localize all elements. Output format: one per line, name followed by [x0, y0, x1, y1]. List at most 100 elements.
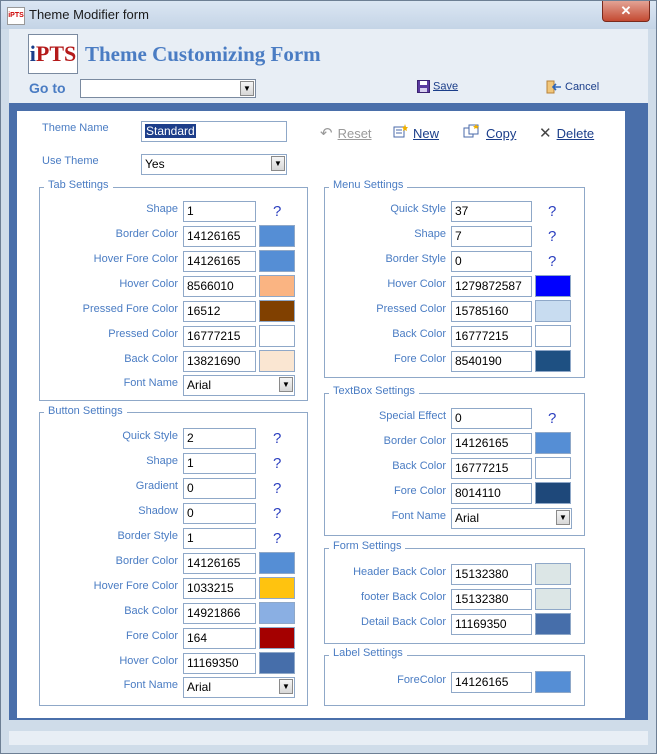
button-settings-border-color-input[interactable]: 14126165 — [183, 553, 256, 574]
tab-settings-pressed-fore-color-input[interactable]: 16512 — [183, 301, 256, 322]
textbox-settings-border-color-color-swatch[interactable] — [535, 432, 571, 454]
textbox-settings-back-color-color-swatch[interactable] — [535, 457, 571, 479]
menu-settings-border-style-input[interactable]: 0 — [451, 251, 532, 272]
menu-settings-quick-style-input[interactable]: 37 — [451, 201, 532, 222]
use-theme-select[interactable]: Yes ▼ — [141, 154, 287, 175]
menu-settings-back-color-color-swatch[interactable] — [535, 325, 571, 347]
menu-settings-shape-label: Shape — [414, 228, 446, 240]
button-settings-fore-color-input[interactable]: 164 — [183, 628, 256, 649]
form-settings-header-back-color-color-swatch[interactable] — [535, 563, 571, 585]
form-settings-header-back-color-input[interactable]: 15132380 — [451, 564, 532, 585]
help-question-icon[interactable]: ? — [548, 203, 556, 220]
delete-label: Delete — [556, 126, 595, 141]
new-button[interactable]: New — [393, 124, 439, 141]
goto-select[interactable]: ▼ — [80, 79, 256, 98]
label-settings-forecolor-color-swatch[interactable] — [535, 671, 571, 693]
label-settings-forecolor-input[interactable]: 14126165 — [451, 672, 532, 693]
form-settings-title: Form Settings — [329, 540, 406, 552]
button-settings-shape-label: Shape — [146, 455, 178, 467]
button-settings-shadow-label: Shadow — [138, 505, 178, 517]
help-question-icon[interactable]: ? — [273, 480, 281, 497]
form-settings-footer-back-color-color-swatch[interactable] — [535, 588, 571, 610]
ipts-logo: iPTS — [28, 34, 78, 74]
floppy-disk-icon — [417, 80, 430, 93]
textbox-settings-fore-color-color-swatch[interactable] — [535, 482, 571, 504]
delete-button[interactable]: ✕ Delete — [539, 124, 594, 142]
menu-settings-fore-color-color-swatch[interactable] — [535, 350, 571, 372]
button-settings-border-style-label: Border Style — [117, 530, 178, 542]
button-settings-hover-color-color-swatch[interactable] — [259, 652, 295, 674]
button-settings-shadow-input[interactable]: 0 — [183, 503, 256, 524]
tab-settings-pressed-fore-color-color-swatch[interactable] — [259, 300, 295, 322]
tab-settings-hover-fore-color-color-swatch[interactable] — [259, 250, 295, 272]
help-question-icon[interactable]: ? — [273, 455, 281, 472]
dropdown-arrow-icon[interactable]: ▼ — [240, 81, 254, 96]
button-settings-hover-color-input[interactable]: 11169350 — [183, 653, 256, 674]
menu-settings-title: Menu Settings — [329, 179, 408, 191]
textbox-settings-fore-color-input[interactable]: 8014110 — [451, 483, 532, 504]
tab-settings-font-name-select[interactable]: Arial ▼ — [183, 375, 295, 396]
exit-door-icon — [546, 80, 561, 94]
form-settings-detail-back-color-input[interactable]: 11169350 — [451, 614, 532, 635]
tab-settings-border-color-input[interactable]: 14126165 — [183, 226, 256, 247]
tab-settings-hover-fore-color-input[interactable]: 14126165 — [183, 251, 256, 272]
tab-settings-back-color-input[interactable]: 13821690 — [183, 351, 256, 372]
tab-settings-pressed-color-color-swatch[interactable] — [259, 325, 295, 347]
dropdown-arrow-icon[interactable]: ▼ — [271, 156, 285, 171]
button-settings-border-color-color-swatch[interactable] — [259, 552, 295, 574]
button-settings-font-name-select[interactable]: Arial ▼ — [183, 677, 295, 698]
menu-settings-back-color-label: Back Color — [392, 328, 446, 340]
menu-settings-fore-color-input[interactable]: 8540190 — [451, 351, 532, 372]
menu-settings-pressed-color-color-swatch[interactable] — [535, 300, 571, 322]
menu-settings-back-color-input[interactable]: 16777215 — [451, 326, 532, 347]
tab-settings-shape-input[interactable]: 1 — [183, 201, 256, 222]
textbox-settings-border-color-input[interactable]: 14126165 — [451, 433, 532, 454]
help-question-icon[interactable]: ? — [273, 430, 281, 447]
help-question-icon[interactable]: ? — [273, 203, 281, 220]
tab-settings-hover-color-color-swatch[interactable] — [259, 275, 295, 297]
theme-name-label: Theme Name — [42, 122, 109, 134]
undo-arrow-icon: ↶ — [320, 125, 333, 142]
textbox-settings-special-effect-input[interactable]: 0 — [451, 408, 532, 429]
help-question-icon[interactable]: ? — [548, 228, 556, 245]
button-settings-gradient-input[interactable]: 0 — [183, 478, 256, 499]
form-settings-footer-back-color-input[interactable]: 15132380 — [451, 589, 532, 610]
textbox-settings-back-color-input[interactable]: 16777215 — [451, 458, 532, 479]
help-question-icon[interactable]: ? — [548, 253, 556, 270]
form-settings-detail-back-color-color-swatch[interactable] — [535, 613, 571, 635]
tab-settings-hover-color-input[interactable]: 8566010 — [183, 276, 256, 297]
button-settings-back-color-input[interactable]: 14921866 — [183, 603, 256, 624]
dropdown-arrow-icon[interactable]: ▼ — [556, 510, 570, 525]
button-settings-border-style-input[interactable]: 1 — [183, 528, 256, 549]
help-question-icon[interactable]: ? — [548, 410, 556, 427]
theme-name-value: Standard — [145, 124, 196, 138]
button-settings-fore-color-color-swatch[interactable] — [259, 627, 295, 649]
textbox-settings-title: TextBox Settings — [329, 385, 419, 397]
textbox-settings-font-name-select[interactable]: Arial ▼ — [451, 508, 572, 529]
button-settings-back-color-color-swatch[interactable] — [259, 602, 295, 624]
tab-settings-pressed-color-label: Pressed Color — [108, 328, 178, 340]
close-button[interactable]: ✕ — [602, 1, 650, 22]
menu-settings-shape-input[interactable]: 7 — [451, 226, 532, 247]
button-settings-quick-style-input[interactable]: 2 — [183, 428, 256, 449]
button-settings-shape-input[interactable]: 1 — [183, 453, 256, 474]
reset-label: Reset — [337, 126, 372, 141]
tab-settings-border-color-color-swatch[interactable] — [259, 225, 295, 247]
theme-name-input[interactable]: Standard — [141, 121, 287, 142]
menu-settings-hover-color-input[interactable]: 1279872587 — [451, 276, 532, 297]
dropdown-arrow-icon[interactable]: ▼ — [279, 679, 293, 694]
dropdown-arrow-icon[interactable]: ▼ — [279, 377, 293, 392]
tab-settings-back-color-color-swatch[interactable] — [259, 350, 295, 372]
help-question-icon[interactable]: ? — [273, 530, 281, 547]
help-question-icon[interactable]: ? — [273, 505, 281, 522]
button-settings-hover-fore-color-input[interactable]: 1033215 — [183, 578, 256, 599]
cancel-button[interactable]: Cancel — [546, 80, 599, 94]
copy-button[interactable]: Copy — [463, 124, 516, 141]
tab-settings-pressed-color-input[interactable]: 16777215 — [183, 326, 256, 347]
save-button[interactable]: Save — [417, 80, 458, 93]
button-settings-hover-fore-color-color-swatch[interactable] — [259, 577, 295, 599]
reset-button[interactable]: ↶ Reset — [320, 124, 372, 142]
menu-settings-hover-color-color-swatch[interactable] — [535, 275, 571, 297]
label-settings-forecolor-label: ForeColor — [397, 674, 446, 686]
menu-settings-pressed-color-input[interactable]: 15785160 — [451, 301, 532, 322]
